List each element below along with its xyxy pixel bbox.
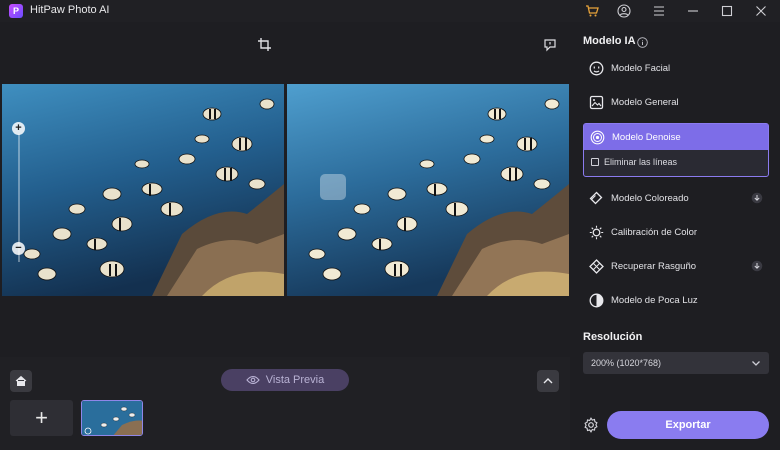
processed-image [287,84,569,296]
download-icon[interactable] [751,192,763,204]
model-general[interactable]: Modelo General [583,89,769,115]
preview-canvas: + − [0,22,570,357]
preview-label: Vista Previa [265,374,325,386]
export-button[interactable]: Exportar [607,411,769,439]
watermark-icon [320,174,346,200]
zoom-in-button[interactable]: + [12,122,25,135]
download-icon[interactable] [751,260,763,272]
model-label: Modelo Coloreado [611,192,689,204]
model-low-light[interactable]: Modelo de Poca Luz [583,287,769,313]
zoom-out-button[interactable]: − [12,242,25,255]
title-bar: P HitPaw Photo AI [0,0,780,22]
remove-lines-label: Eliminar las líneas [604,157,678,167]
original-image [2,84,284,296]
app-logo: P [9,4,23,18]
sun-icon [589,225,604,240]
remove-lines-option[interactable]: Eliminar las líneas [591,157,677,167]
account-icon[interactable] [616,3,632,19]
model-color-calibration[interactable]: Calibración de Color [583,219,769,245]
resolution-select[interactable]: 200% (1020*768) [583,352,769,374]
settings-icon[interactable] [583,417,599,433]
ai-model-title: Modelo IA [583,35,636,47]
feedback-icon[interactable] [542,37,558,53]
close-icon[interactable] [753,3,769,19]
lowlight-icon [589,293,604,308]
denoise-icon [590,130,605,145]
sidebar: Modelo IA Modelo Facial Modelo General M… [570,22,780,450]
home-button[interactable] [10,370,32,392]
menu-icon[interactable] [651,3,667,19]
app-title: HitPaw Photo AI [30,4,110,16]
model-denoise-panel: Modelo Denoise Eliminar las líneas [583,123,769,177]
model-scratch-recovery[interactable]: Recuperar Rasguño [583,253,769,279]
resolution-value: 200% (1020*768) [591,358,662,368]
cart-icon[interactable] [584,3,600,19]
image-icon [589,95,604,110]
scratch-icon [589,258,604,274]
maximize-icon[interactable] [719,3,735,19]
resolution-title: Resolución [583,331,643,343]
model-coloreado[interactable]: Modelo Coloreado [583,185,769,211]
model-label: Recuperar Rasguño [611,260,697,272]
bottom-bar: Vista Previa + [0,357,570,450]
model-label: Modelo de Poca Luz [611,294,698,306]
info-icon[interactable] [637,35,648,48]
minimize-icon[interactable] [685,3,701,19]
eye-icon [246,375,260,385]
chevron-down-icon [751,358,761,368]
crop-icon[interactable] [257,37,273,53]
collapse-button[interactable] [537,370,559,392]
model-denoise[interactable]: Modelo Denoise [584,124,768,150]
face-icon [589,61,604,76]
chevron-up-icon [543,378,553,384]
colorize-icon [589,191,604,206]
model-label: Calibración de Color [611,226,698,238]
add-image-button[interactable]: + [10,400,73,436]
preview-button[interactable]: Vista Previa [221,369,349,391]
model-facial[interactable]: Modelo Facial [583,55,769,81]
image-thumbnail[interactable] [81,400,143,436]
model-label: Modelo Denoise [612,131,681,143]
model-label: Modelo Facial [611,62,671,74]
remove-lines-checkbox[interactable] [591,158,599,166]
model-label: Modelo General [611,96,679,108]
home-icon [15,375,27,386]
